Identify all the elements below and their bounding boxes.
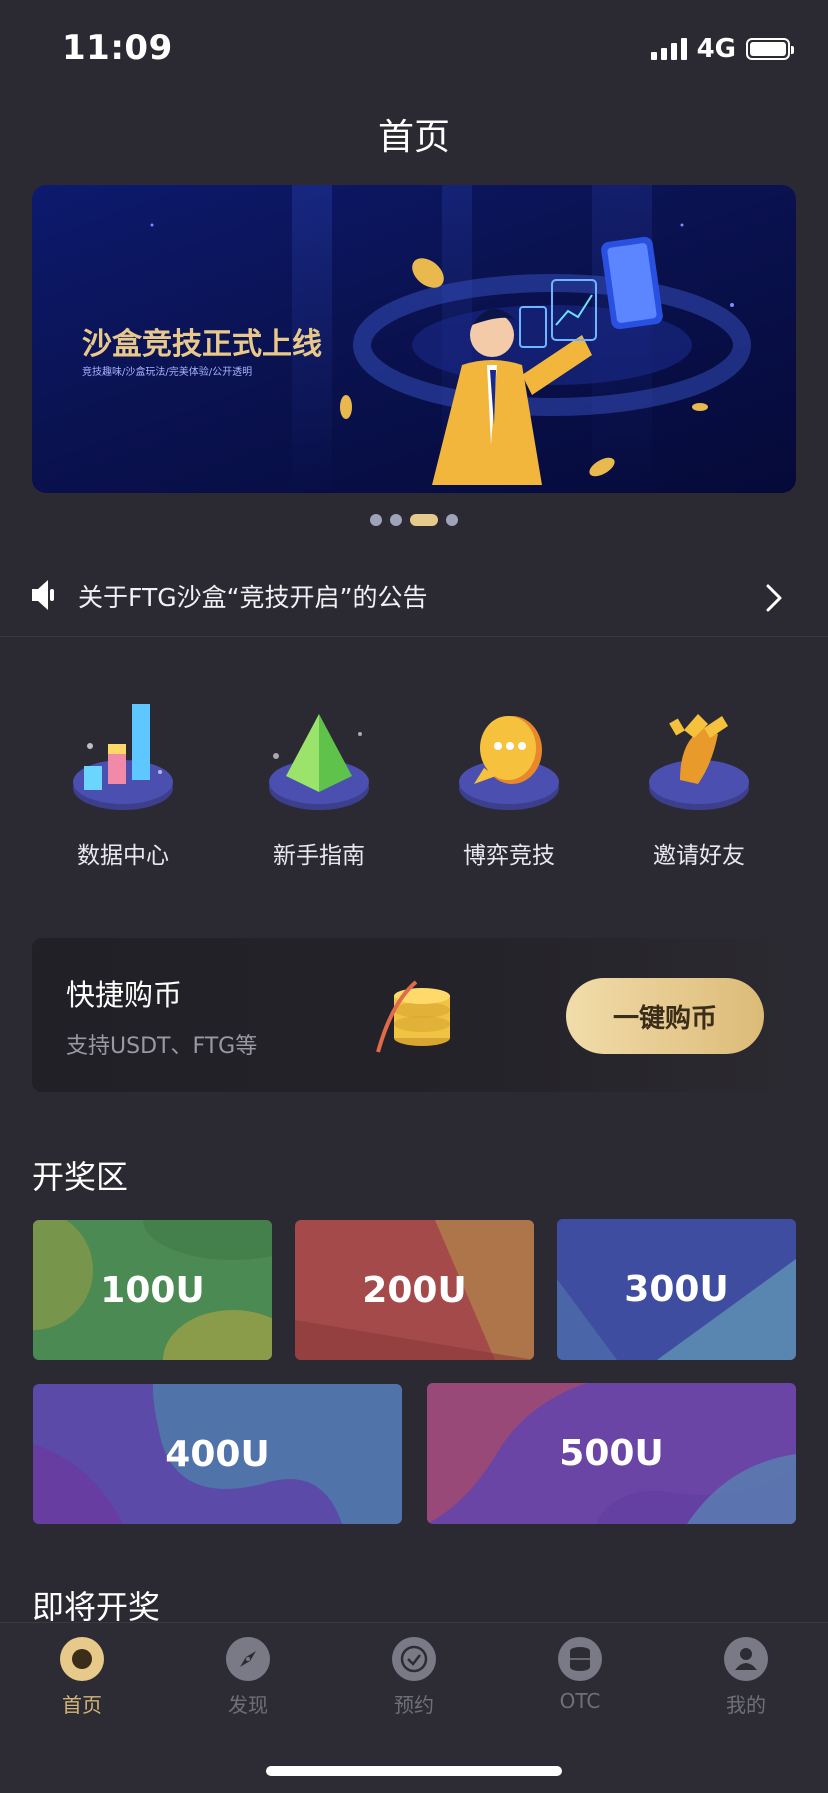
tab-label: 预约: [394, 1693, 434, 1717]
quick-buy-subtitle: 支持USDT、FTG等: [66, 1034, 258, 1059]
home-icon: [60, 1637, 104, 1681]
page-dot[interactable]: [446, 514, 458, 526]
tab-otc[interactable]: OTC: [520, 1637, 640, 1713]
coins-stack-icon: [558, 1637, 602, 1681]
tab-reserve[interactable]: 预约: [354, 1637, 474, 1718]
banner-pagination: [0, 514, 828, 526]
quick-buy-button[interactable]: 一键购币: [566, 978, 764, 1054]
announcement-bar[interactable]: 关于FTG沙盒“竞技开启”的公告: [0, 560, 828, 637]
tile-label: 100U: [100, 1269, 205, 1311]
home-indicator[interactable]: [266, 1766, 562, 1776]
quick-menu-label: 数据中心: [77, 843, 169, 869]
tile-label: 200U: [362, 1269, 467, 1311]
page-dot[interactable]: [370, 514, 382, 526]
tile-label: 300U: [624, 1269, 729, 1310]
status-indicators: 4G: [650, 34, 794, 64]
lottery-tile-100u[interactable]: 100U: [33, 1220, 272, 1360]
tab-discover[interactable]: 发现: [188, 1637, 308, 1718]
banner-subtitle: 竞技趣味/沙盒玩法/完美体验/公开透明: [82, 367, 253, 378]
chat-bubble-icon: [459, 716, 559, 810]
lottery-tile-500u[interactable]: 500U: [427, 1383, 796, 1524]
announcement-text: 关于FTG沙盒“竞技开启”的公告: [78, 583, 428, 612]
quick-buy-title: 快捷购币: [66, 978, 183, 1012]
page-dot[interactable]: [390, 514, 402, 526]
promo-banner[interactable]: 沙盒竞技正式上线 竞技趣味/沙盒玩法/完美体验/公开透明: [32, 185, 796, 493]
quick-menu-label: 邀请好友: [653, 843, 745, 869]
network-label: 4G: [696, 34, 736, 64]
chevron-right-icon: [766, 584, 782, 612]
lottery-tile-300u[interactable]: 300U: [557, 1219, 796, 1360]
quick-buy-card: 快捷购币 支持USDT、FTG等 一键购币: [32, 938, 796, 1092]
battery-icon: [746, 38, 794, 60]
lottery-tile-200u[interactable]: 200U: [295, 1220, 534, 1360]
tab-label: 首页: [62, 1693, 102, 1717]
compass-icon: [226, 1637, 270, 1681]
signal-icon: [650, 38, 687, 60]
quick-menu-data-center[interactable]: 数据中心: [38, 684, 208, 870]
page-dot-active[interactable]: [410, 514, 438, 526]
quick-menu-label: 新手指南: [273, 843, 365, 869]
lottery-section-title: 开奖区: [32, 1158, 129, 1196]
tab-label: 我的: [726, 1693, 766, 1717]
user-icon: [724, 1637, 768, 1681]
bar-chart-icon: [73, 704, 173, 810]
status-time: 11:09: [62, 28, 173, 68]
page-title: 首页: [377, 117, 450, 158]
coins-icon: [376, 980, 450, 1053]
pyramid-icon: [269, 714, 369, 810]
tab-home[interactable]: 首页: [22, 1637, 142, 1718]
tile-label: 500U: [559, 1433, 664, 1474]
check-circle-icon: [392, 1637, 436, 1681]
quick-menu-competition[interactable]: 博弈竞技: [424, 684, 594, 870]
tab-mine[interactable]: 我的: [686, 1637, 806, 1718]
handshake-icon: [649, 714, 749, 810]
quick-menu-guide[interactable]: 新手指南: [234, 684, 404, 870]
lottery-tile-400u[interactable]: 400U: [33, 1384, 402, 1524]
tab-label: OTC: [559, 1689, 601, 1713]
tile-label: 400U: [165, 1433, 270, 1475]
quick-menu-label: 博弈竞技: [463, 843, 555, 869]
banner-title: 沙盒竞技正式上线: [82, 327, 322, 362]
tab-label: 发现: [228, 1693, 268, 1717]
speaker-icon: [32, 580, 54, 610]
quick-menu-invite[interactable]: 邀请好友: [614, 684, 784, 870]
